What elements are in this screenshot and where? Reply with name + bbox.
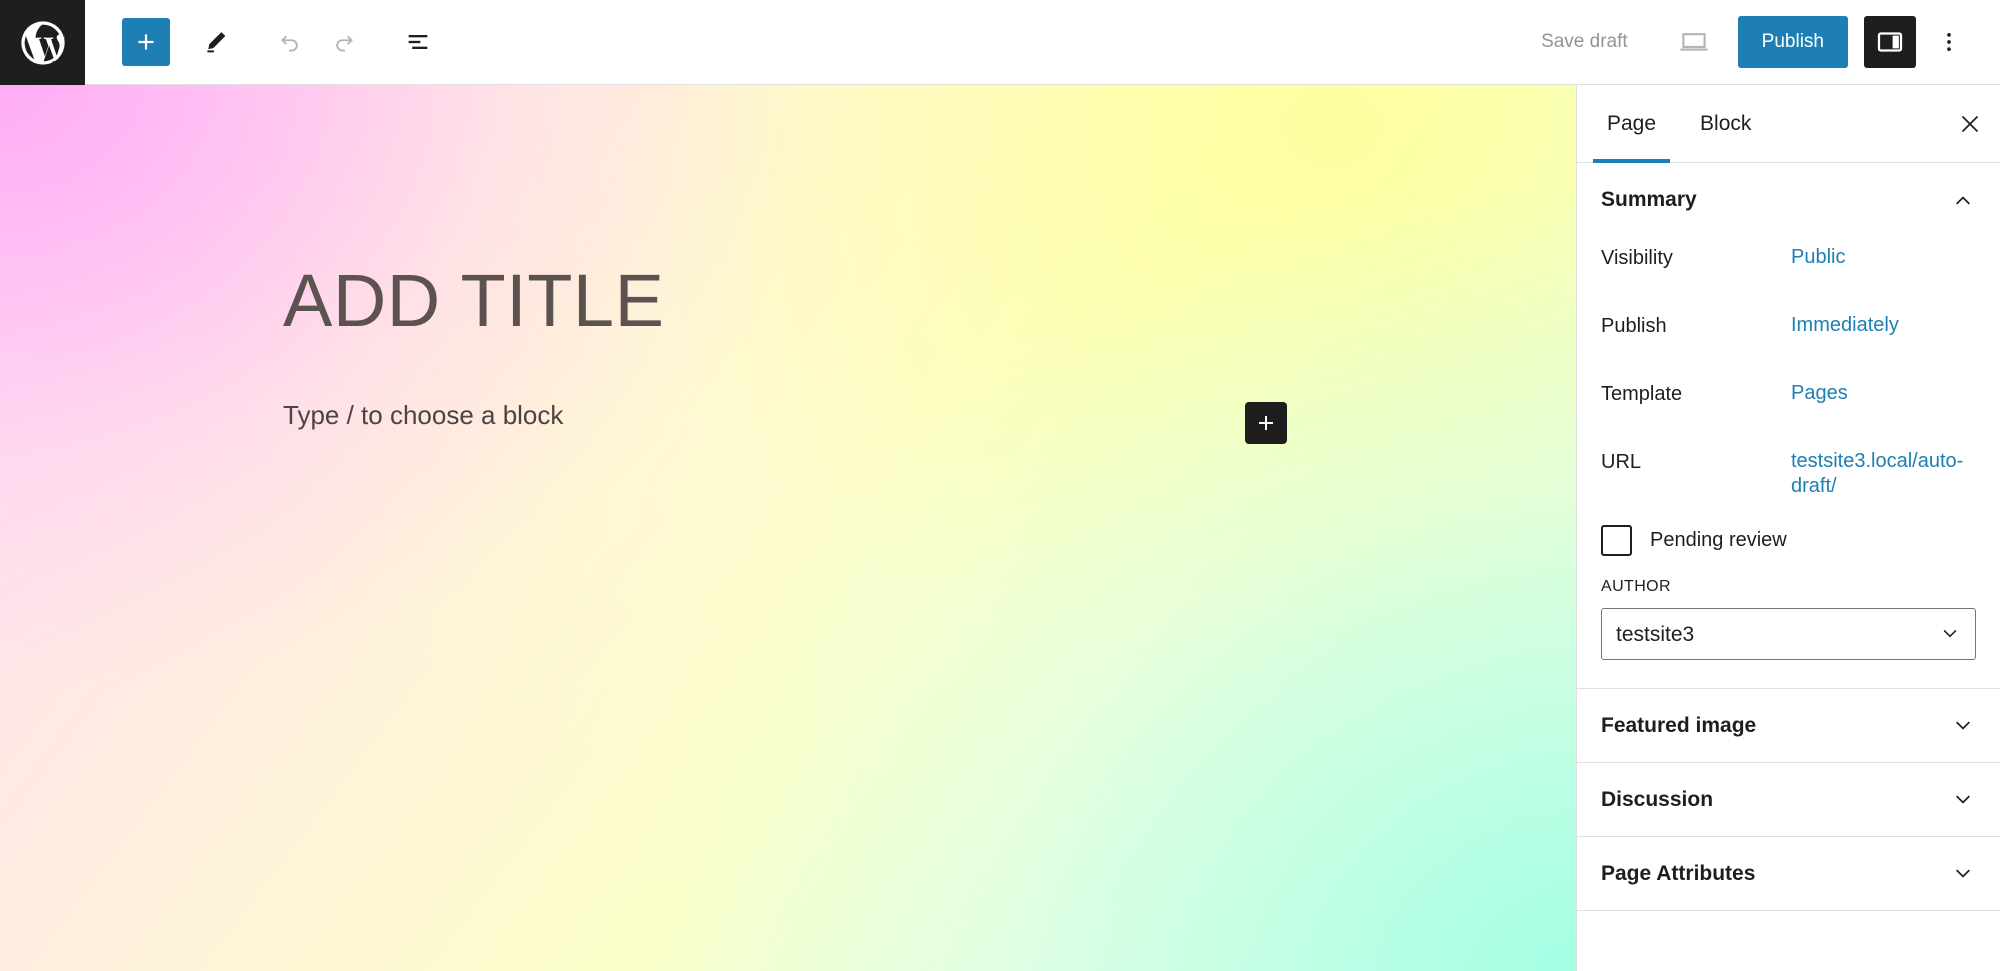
editor-header-toolbar: Save draft Publish xyxy=(0,0,2000,85)
summary-row-publish: Publish Immediately xyxy=(1601,305,1976,373)
chevron-down-icon xyxy=(1950,787,1976,813)
plus-icon xyxy=(133,29,159,55)
redo-button[interactable] xyxy=(320,18,368,66)
editor-canvas[interactable]: Add title Type / to choose a block xyxy=(0,85,1576,971)
post-title-input[interactable]: Add title xyxy=(283,261,664,341)
sidebar-tab-bar: Page Block xyxy=(1577,85,2000,163)
default-block-placeholder[interactable]: Type / to choose a block xyxy=(283,400,563,431)
author-field-label: AUTHOR xyxy=(1601,578,1671,595)
summary-row-visibility: Visibility Public xyxy=(1601,237,1976,305)
document-overview-icon xyxy=(404,28,432,56)
header-flex-spacer xyxy=(442,0,1527,84)
add-block-button[interactable] xyxy=(122,18,170,66)
panel-featured-image[interactable]: Featured image xyxy=(1577,689,2000,763)
inline-block-inserter-button[interactable] xyxy=(1245,402,1287,444)
visibility-value-button[interactable]: Public xyxy=(1791,243,1845,272)
tab-page[interactable]: Page xyxy=(1585,85,1678,163)
header-left-tool-group xyxy=(85,0,442,84)
tab-bar-spacer xyxy=(1773,85,1940,162)
settings-sidebar-toggle-button[interactable] xyxy=(1864,16,1916,68)
more-options-button[interactable] xyxy=(1924,17,1974,67)
pencil-icon xyxy=(202,28,230,56)
desktop-preview-icon xyxy=(1677,25,1711,59)
summary-panel-header[interactable]: Summary xyxy=(1601,163,1976,237)
vertical-ellipsis-icon xyxy=(1936,29,1962,55)
url-label: URL xyxy=(1601,451,1642,473)
panel-page-attributes[interactable]: Page Attributes xyxy=(1577,837,2000,911)
tools-pencil-button[interactable] xyxy=(192,18,240,66)
editor-body: Add title Type / to choose a block Page … xyxy=(0,85,2000,971)
document-overview-button[interactable] xyxy=(394,18,442,66)
publish-button[interactable]: Publish xyxy=(1737,16,1848,68)
sidebar-content: Summary Visibility Public Publish Immedi… xyxy=(1577,163,2000,971)
close-sidebar-button[interactable] xyxy=(1940,85,2000,162)
close-x-icon xyxy=(1957,111,1983,137)
pending-review-checkbox[interactable] xyxy=(1601,525,1632,556)
discussion-title: Discussion xyxy=(1601,787,1714,811)
pending-review-label[interactable]: Pending review xyxy=(1650,529,1787,552)
template-label: Template xyxy=(1601,383,1683,405)
wordpress-logo-button[interactable] xyxy=(0,0,85,85)
wordpress-logo-icon xyxy=(17,17,69,69)
redo-arrow-icon xyxy=(330,28,358,56)
tab-block[interactable]: Block xyxy=(1678,85,1773,162)
wordpress-block-editor: Save draft Publish ADD TITLE Type / to c… xyxy=(0,0,2000,971)
publish-value-button[interactable]: Immediately xyxy=(1791,311,1899,340)
chevron-down-icon xyxy=(1950,713,1976,739)
chevron-up-icon xyxy=(1950,187,1976,213)
chevron-down-icon xyxy=(1950,861,1976,887)
visibility-label: Visibility xyxy=(1601,247,1673,269)
summary-panel-title: Summary xyxy=(1601,188,1697,211)
author-select-wrapper: testsite3 xyxy=(1601,608,1976,660)
plus-icon xyxy=(1254,411,1278,435)
preview-button[interactable] xyxy=(1666,18,1722,66)
template-value-button[interactable]: Pages xyxy=(1791,379,1848,408)
summary-panel: Summary Visibility Public Publish Immedi… xyxy=(1577,163,2000,689)
header-right-tool-group: Save draft Publish xyxy=(1527,0,2000,84)
settings-sidebar: Page Block Summary Visibility Public Pub… xyxy=(1576,85,2000,971)
page-attributes-title: Page Attributes xyxy=(1601,861,1756,885)
undo-arrow-icon xyxy=(276,28,304,56)
panel-discussion[interactable]: Discussion xyxy=(1577,763,2000,837)
url-value-button[interactable]: testsite3.local/auto-draft/ xyxy=(1791,447,1966,501)
summary-row-template: Template Pages xyxy=(1601,373,1976,441)
save-draft-button[interactable]: Save draft xyxy=(1527,21,1642,63)
featured-image-title: Featured image xyxy=(1601,713,1757,737)
summary-row-url: URL testsite3.local/auto-draft/ xyxy=(1601,441,1976,509)
publish-label: Publish xyxy=(1601,315,1667,337)
sidebar-panel-icon xyxy=(1875,27,1905,57)
pending-review-row: Pending review xyxy=(1601,525,1976,556)
undo-button[interactable] xyxy=(266,18,314,66)
author-select[interactable]: testsite3 xyxy=(1601,608,1976,660)
